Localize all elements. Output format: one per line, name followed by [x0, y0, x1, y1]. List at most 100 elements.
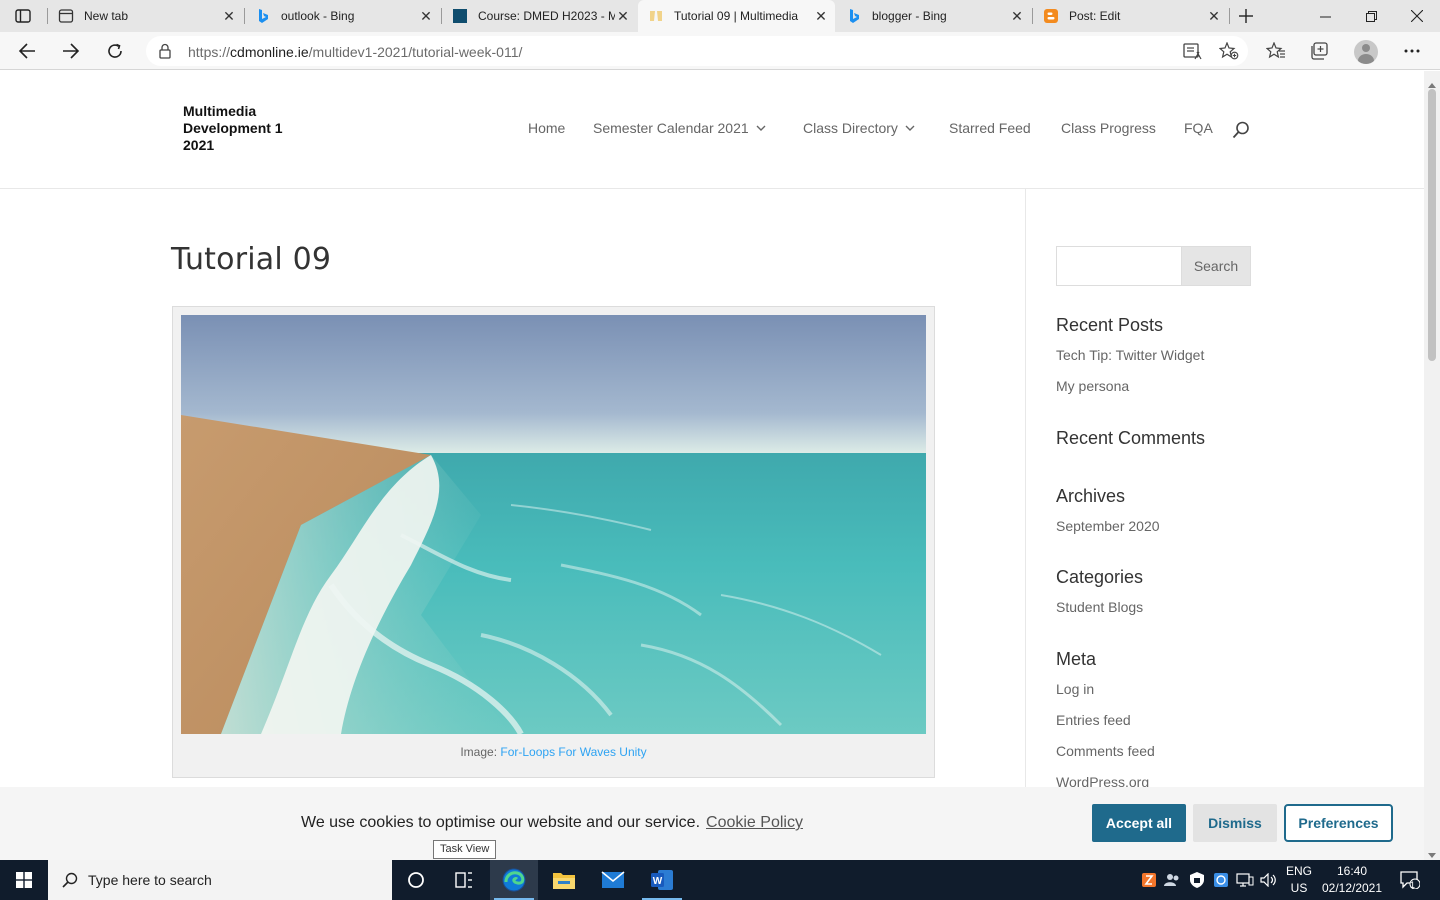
nav-label: Semester Calendar 2021	[593, 120, 749, 136]
close-tab-icon[interactable]: ✕	[1009, 8, 1025, 24]
tab-post-edit[interactable]: Post: Edit ✕	[1033, 0, 1228, 32]
restore-icon[interactable]	[1348, 0, 1394, 32]
nav-semester-calendar[interactable]: Semester Calendar 2021	[593, 120, 766, 136]
edge-browser-icon[interactable]	[490, 860, 538, 900]
meta-link-entries-feed[interactable]: Entries feed	[1056, 712, 1131, 728]
nav-class-progress[interactable]: Class Progress	[1061, 120, 1156, 136]
recent-post-link[interactable]: Tech Tip: Twitter Widget	[1056, 347, 1204, 363]
page-scrollbar[interactable]	[1424, 71, 1440, 860]
url-text[interactable]: https://cdmonline.ie/multidev1-2021/tuto…	[188, 44, 522, 60]
post-figure: Image: For-Loops For Waves Unity	[172, 306, 935, 778]
tab-course-dmed[interactable]: Course: DMED H2023 - M ✕	[442, 0, 637, 32]
web-page: Multimedia Development 1 2021 Home Semes…	[0, 71, 1424, 860]
search-icon[interactable]	[1232, 121, 1250, 144]
meta-link-log-in[interactable]: Log in	[1056, 681, 1094, 697]
categories-heading: Categories	[1056, 567, 1144, 587]
add-favorite-icon[interactable]	[1214, 36, 1244, 66]
meta-link-comments-feed[interactable]: Comments feed	[1056, 743, 1155, 759]
nav-starred-feed[interactable]: Starred Feed	[949, 120, 1031, 136]
network-icon[interactable]	[1234, 860, 1256, 900]
site-logo[interactable]: Multimedia Development 1 2021	[183, 103, 293, 154]
tray-security-icon[interactable]	[1186, 860, 1208, 900]
chevron-down-icon	[905, 125, 915, 131]
clock-time: 16:40	[1336, 864, 1368, 878]
refresh-icon[interactable]	[100, 36, 130, 66]
close-tab-icon[interactable]: ✕	[615, 8, 631, 24]
browser-toolbar: https://cdmonline.ie/multidev1-2021/tuto…	[0, 32, 1440, 70]
accept-all-button[interactable]: Accept all	[1092, 804, 1186, 842]
sidebar-search-input[interactable]	[1056, 246, 1182, 286]
lock-icon[interactable]	[158, 43, 172, 64]
favorites-icon[interactable]	[1261, 36, 1291, 66]
collections-icon[interactable]	[1305, 36, 1335, 66]
address-bar[interactable]: https://cdmonline.ie/multidev1-2021/tuto…	[146, 36, 1248, 66]
back-icon[interactable]	[12, 36, 42, 66]
site-icon	[648, 8, 664, 24]
nav-label: Starred Feed	[949, 120, 1031, 136]
minimize-icon[interactable]	[1302, 0, 1348, 32]
close-tab-icon[interactable]: ✕	[1206, 8, 1222, 24]
category-link[interactable]: Student Blogs	[1056, 599, 1143, 615]
recent-comments-heading: Recent Comments	[1056, 428, 1206, 448]
tab-label: outlook - Bing	[281, 9, 355, 23]
input-language[interactable]: ENG US	[1283, 863, 1315, 897]
more-options-icon[interactable]	[1397, 36, 1427, 66]
browser-tab-bar: New tab ✕ outlook - Bing ✕ Course: DMED …	[0, 0, 1440, 32]
cookie-banner: We use cookies to optimise our website a…	[0, 787, 1424, 860]
tab-actions-icon[interactable]	[12, 6, 34, 26]
tab-label: Course: DMED H2023 - M	[478, 9, 615, 23]
mail-icon[interactable]	[589, 860, 637, 900]
figure-caption: Image: For-Loops For Waves Unity	[173, 745, 934, 759]
recent-posts-heading: Recent Posts	[1056, 315, 1164, 335]
preferences-button[interactable]: Preferences	[1284, 804, 1393, 842]
new-tab-icon	[58, 8, 74, 24]
tray-app-icon[interactable]	[1138, 860, 1160, 900]
scrollbar-thumb[interactable]	[1428, 89, 1436, 361]
volume-icon[interactable]	[1258, 860, 1280, 900]
file-explorer-icon[interactable]	[540, 860, 588, 900]
tab-label: New tab	[84, 9, 129, 23]
sidebar-search-button[interactable]: Search	[1181, 246, 1251, 286]
cookie-policy-link[interactable]: Cookie Policy	[706, 814, 803, 831]
recent-post-link[interactable]: My persona	[1056, 378, 1129, 394]
keyboard-layout: US	[1290, 881, 1308, 895]
bing-icon	[846, 8, 862, 24]
tray-network-drive-icon[interactable]	[1210, 860, 1232, 900]
cookie-message: We use cookies to optimise our website a…	[301, 814, 803, 832]
dismiss-button[interactable]: Dismiss	[1193, 804, 1277, 842]
word-icon[interactable]: W	[638, 860, 686, 900]
task-view-tooltip: Task View	[433, 840, 497, 859]
archive-link[interactable]: September 2020	[1056, 518, 1160, 534]
chevron-down-icon	[756, 125, 766, 131]
forward-icon[interactable]	[56, 36, 86, 66]
beach-waves-image	[181, 315, 926, 734]
blogger-icon	[1043, 8, 1059, 24]
taskbar-search-box[interactable]: Type here to search	[48, 860, 392, 900]
cortana-icon[interactable]	[392, 860, 440, 900]
nav-fqa[interactable]: FQA	[1184, 120, 1213, 136]
nav-class-directory[interactable]: Class Directory	[803, 120, 915, 136]
reader-view-icon[interactable]	[1178, 36, 1208, 66]
close-tab-icon[interactable]: ✕	[221, 8, 237, 24]
clock[interactable]: 16:40 02/12/2021	[1318, 863, 1386, 897]
nav-home[interactable]: Home	[528, 120, 565, 136]
search-icon	[62, 872, 78, 888]
close-window-icon[interactable]	[1394, 0, 1440, 32]
close-tab-icon[interactable]: ✕	[813, 8, 829, 24]
tab-tutorial-09[interactable]: Tutorial 09 | Multimedia ✕	[638, 0, 835, 32]
tray-people-icon[interactable]	[1162, 860, 1184, 900]
close-tab-icon[interactable]: ✕	[418, 8, 434, 24]
caption-link[interactable]: For-Loops For Waves Unity	[500, 745, 646, 759]
new-tab-button[interactable]	[1234, 4, 1258, 28]
nav-label: FQA	[1184, 120, 1213, 136]
notifications-icon[interactable]: 1	[1396, 860, 1424, 900]
tab-blogger-bing[interactable]: blogger - Bing ✕	[836, 0, 1031, 32]
profile-avatar[interactable]	[1354, 40, 1378, 64]
nav-label: Class Progress	[1061, 120, 1156, 136]
tab-new-tab[interactable]: New tab ✕	[48, 0, 243, 32]
task-view-icon[interactable]	[440, 860, 488, 900]
windows-taskbar: Type here to search W ENG US 16:40 02/12…	[0, 860, 1440, 900]
clock-date: 02/12/2021	[1321, 881, 1383, 895]
windows-start-icon[interactable]	[0, 860, 48, 900]
tab-outlook-bing[interactable]: outlook - Bing ✕	[245, 0, 440, 32]
